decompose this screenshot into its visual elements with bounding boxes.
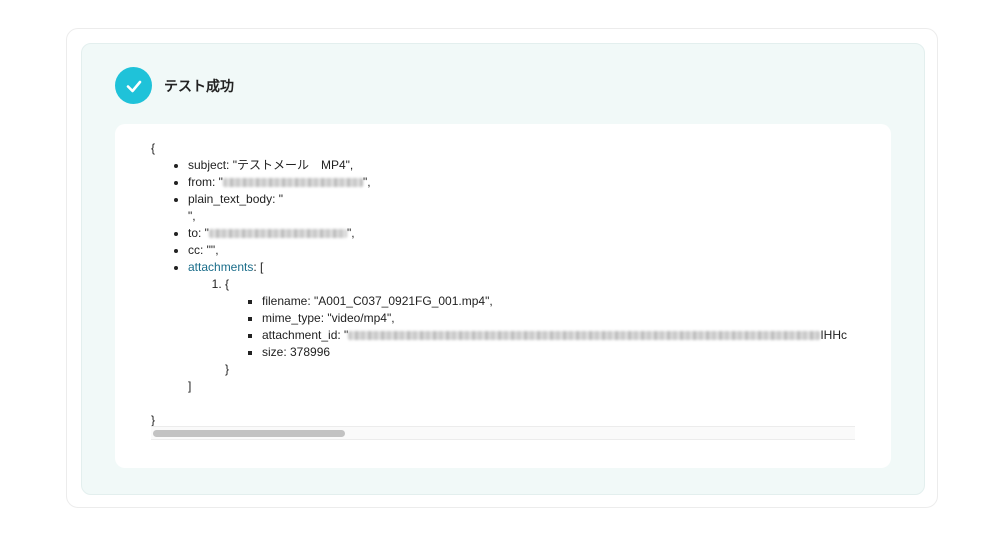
attachments-list: { filename: "A001_C037_0921FG_001.mp4", … [188, 276, 855, 378]
to-suffix: ", [346, 226, 355, 240]
attachment-id-field: attachment_id: " IHHc [262, 327, 855, 344]
status-header: テスト成功 [115, 67, 234, 104]
result-card: テスト成功 { subject: "テストメール MP4", from: " ",… [66, 28, 938, 508]
cc-field: cc: "", [188, 242, 855, 259]
to-field: to: " ", [188, 225, 855, 242]
attachment-id-prefix: attachment_id: " [262, 328, 349, 342]
status-title: テスト成功 [164, 78, 234, 95]
plain-text-body-end: ", [188, 209, 196, 223]
check-circle-icon [115, 67, 152, 104]
redacted-from-value [222, 178, 363, 188]
attachments-field: attachments: [ { filename: "A001_C037_09… [188, 259, 855, 395]
test-result-panel: テスト成功 { subject: "テストメール MP4", from: " ",… [81, 43, 925, 495]
from-prefix: from: " [188, 175, 223, 189]
from-field: from: " ", [188, 174, 855, 191]
attachment-field-list: filename: "A001_C037_0921FG_001.mp4", mi… [225, 293, 855, 361]
attachment-item-open: { [225, 277, 230, 291]
attachment-item: { filename: "A001_C037_0921FG_001.mp4", … [225, 276, 855, 378]
filename-field: filename: "A001_C037_0921FG_001.mp4", [262, 293, 855, 310]
attachment-item-close: } [225, 362, 230, 376]
from-suffix: ", [362, 175, 371, 189]
redacted-attachment-id [348, 331, 821, 341]
attachments-key-link[interactable]: attachments [188, 260, 253, 274]
attachment-id-tail: IHHc [820, 328, 847, 342]
to-prefix: to: " [188, 226, 209, 240]
horizontal-scrollbar[interactable] [151, 426, 855, 440]
subject-field: subject: "テストメール MP4", [188, 157, 855, 174]
attachments-open: : [ [253, 260, 264, 274]
redacted-to-value [208, 229, 347, 239]
open-brace: { [151, 141, 156, 155]
json-output-box: { subject: "テストメール MP4", from: " ", plain… [115, 124, 891, 468]
attachments-close: ] [188, 379, 192, 393]
plain-text-body-field: plain_text_body: " ", [188, 191, 855, 225]
plain-text-body-label: plain_text_body: " [188, 192, 283, 206]
mime-type-field: mime_type: "video/mp4", [262, 310, 855, 327]
json-output-content: { subject: "テストメール MP4", from: " ", plain… [151, 140, 855, 440]
size-field: size: 378996 [262, 344, 855, 361]
payload-field-list: subject: "テストメール MP4", from: " ", plain_t… [151, 157, 855, 395]
scrollbar-thumb[interactable] [153, 430, 345, 437]
